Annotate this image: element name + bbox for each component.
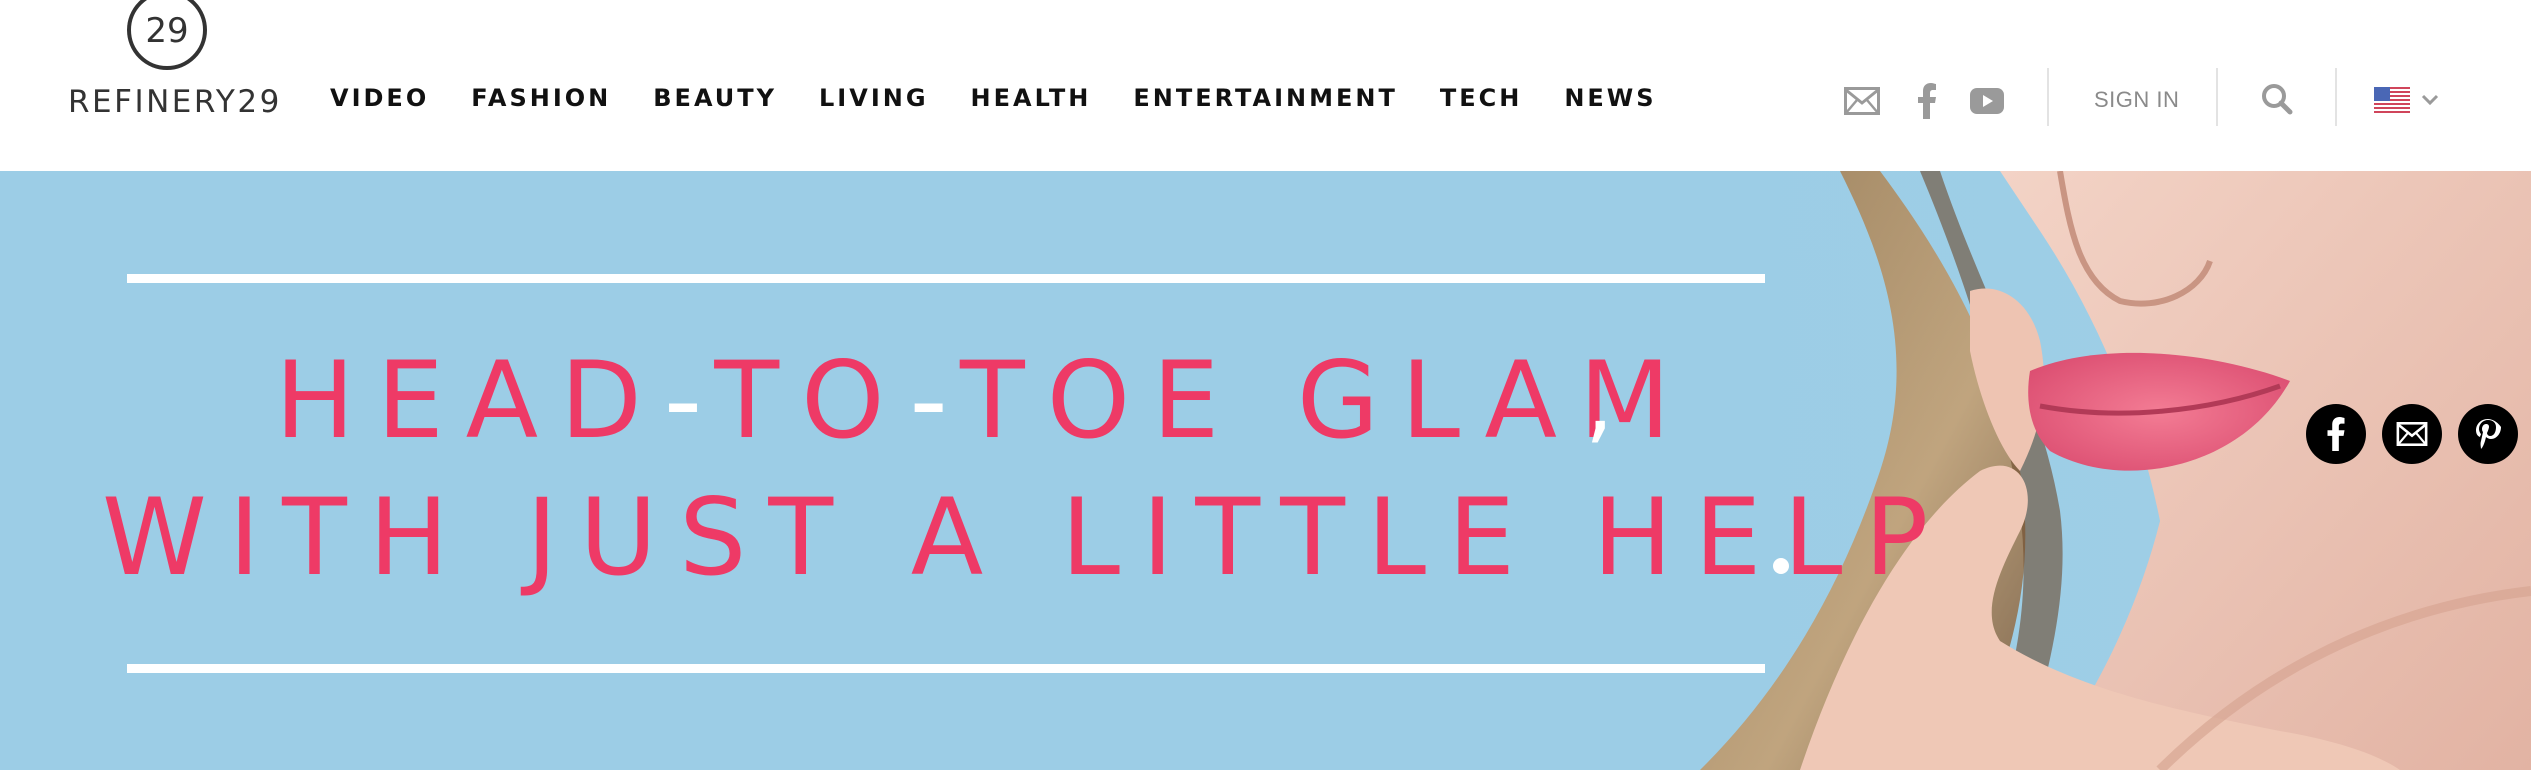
logo-mark-text: 29 [145, 11, 188, 51]
nav-item-beauty[interactable]: BEAUTY [653, 84, 777, 124]
youtube-icon[interactable] [1969, 86, 2005, 116]
country-selector[interactable] [2372, 84, 2442, 116]
nav-item-living[interactable]: LIVING [819, 84, 929, 124]
email-share-icon [2396, 422, 2428, 446]
hero-banner[interactable]: HEAD-TO-TOE GLAM , WITH JUST A LITTLE HE… [0, 171, 2531, 770]
nav-item-entertainment[interactable]: ENTERTAINMENT [1133, 84, 1397, 124]
brand-name: REFINERY29 [68, 84, 282, 120]
headline-dash: - [909, 339, 961, 462]
refinery29-logo[interactable]: 29 REFINERY29 [68, 0, 282, 125]
headline-dash: - [663, 339, 715, 462]
hero-top-rule [127, 274, 1765, 283]
nav-item-health[interactable]: HEALTH [971, 84, 1092, 124]
headline-word-toe-glam: TOE GLAM [960, 339, 1693, 462]
headline-word-head: HEAD [275, 339, 664, 462]
hero-headline-line2: WITH JUST A LITTLE HELP [102, 476, 1951, 599]
hero-headline-line1: HEAD-TO-TOE GLAM [275, 339, 1692, 462]
pinterest-share-button[interactable] [2458, 404, 2518, 464]
header-divider [2047, 68, 2049, 126]
nav-item-tech[interactable]: TECH [1440, 84, 1522, 124]
us-flag-icon [2374, 87, 2410, 113]
hero-photo [1280, 171, 2531, 770]
headline-word-to: TO [714, 339, 910, 462]
facebook-icon[interactable] [1912, 82, 1942, 120]
pinterest-share-icon [2476, 419, 2501, 449]
refinery29-mark-icon: 29 [127, 0, 207, 70]
headline-comma: , [1585, 349, 1614, 454]
site-header: 29 REFINERY29 VIDEO FASHION BEAUTY LIVIN… [0, 0, 2531, 171]
header-divider [2216, 68, 2218, 126]
headline-period [1773, 558, 1789, 574]
header-divider [2335, 68, 2337, 126]
nav-item-video[interactable]: VIDEO [330, 84, 429, 124]
main-nav: VIDEO FASHION BEAUTY LIVING HEALTH ENTER… [330, 84, 1699, 124]
nav-item-news[interactable]: NEWS [1564, 84, 1656, 124]
sign-in-link[interactable]: SIGN IN [2094, 87, 2179, 113]
chevron-down-icon [2421, 94, 2439, 106]
hero-bottom-rule [127, 664, 1765, 673]
nav-item-fashion[interactable]: FASHION [471, 84, 611, 124]
mail-icon[interactable] [1843, 84, 1881, 118]
facebook-share-button[interactable] [2306, 404, 2366, 464]
email-share-button[interactable] [2382, 404, 2442, 464]
facebook-share-icon [2327, 417, 2345, 451]
search-icon[interactable] [2260, 81, 2294, 117]
